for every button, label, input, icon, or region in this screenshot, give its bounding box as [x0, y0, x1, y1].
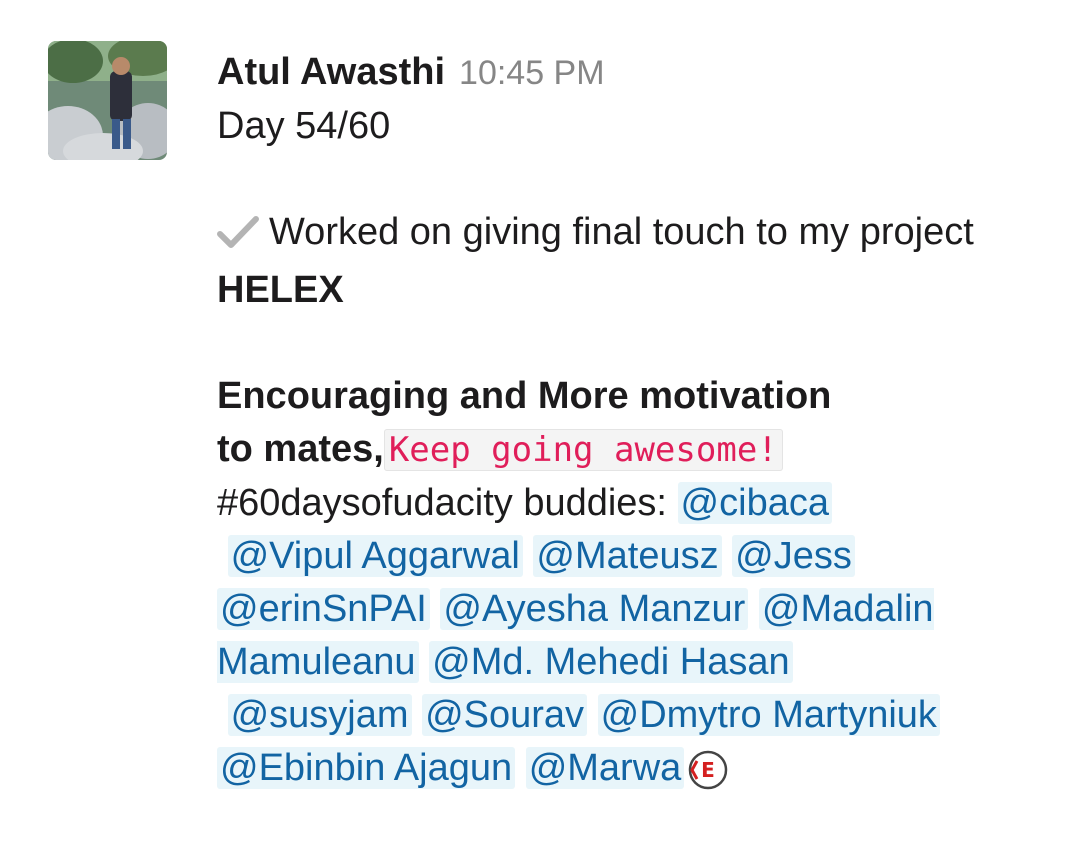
task-text: Worked on giving final touch to my proje…	[269, 211, 974, 253]
inline-code: Keep going awesome!	[383, 429, 783, 471]
motivation-line: to mates, Keep going awesome!	[217, 423, 1047, 477]
bold-line-2: to mates,	[217, 428, 384, 470]
mention-dmytro-martyniuk[interactable]: @Dmytro Martyniuk	[597, 694, 940, 736]
mention-marwa[interactable]: @Marwa	[525, 747, 685, 789]
task-line: Worked on giving final touch to my proje…	[217, 206, 1047, 317]
mention-md-mehedi-hasan[interactable]: @Md. Mehedi Hasan	[429, 641, 793, 683]
avatar[interactable]	[48, 41, 167, 160]
svg-text:E: E	[701, 758, 715, 782]
author-name[interactable]: Atul Awasthi	[217, 46, 445, 99]
message-timestamp[interactable]: 10:45 PM	[459, 47, 605, 100]
custom-e-emoji-icon: E	[688, 750, 728, 805]
mention-jess[interactable]: @Jess	[732, 535, 855, 577]
message: Atul Awasthi 10:45 PM Day 54/60 Worked o…	[217, 46, 1047, 805]
mention-vipul-aggarwal[interactable]: @Vipul Aggarwal	[227, 535, 523, 577]
mention-susyjam[interactable]: @susyjam	[227, 694, 412, 736]
mention-ayesha-manzur[interactable]: @Ayesha Manzur	[440, 588, 749, 630]
mention-cibaca[interactable]: @cibaca	[677, 482, 832, 524]
hashtag-text: #60daysofudacity buddies:	[217, 482, 678, 524]
mention-erinsnpai[interactable]: @erinSnPAI	[217, 588, 430, 630]
mention-mateusz[interactable]: @Mateusz	[533, 535, 722, 577]
project-name: HELEX	[217, 269, 344, 311]
mention-sourav[interactable]: @Sourav	[422, 694, 588, 736]
bold-line-1: Encouraging and More motivation	[217, 375, 832, 417]
heavy-check-mark-icon	[217, 211, 259, 264]
message-header: Atul Awasthi 10:45 PM	[217, 46, 1047, 100]
day-progress-line: Day 54/60	[217, 105, 391, 147]
mention-ebinbin-ajagun[interactable]: @Ebinbin Ajagun	[217, 747, 516, 789]
mentions-paragraph: #60daysofudacity buddies: @cibaca @Vipul…	[217, 477, 1047, 805]
